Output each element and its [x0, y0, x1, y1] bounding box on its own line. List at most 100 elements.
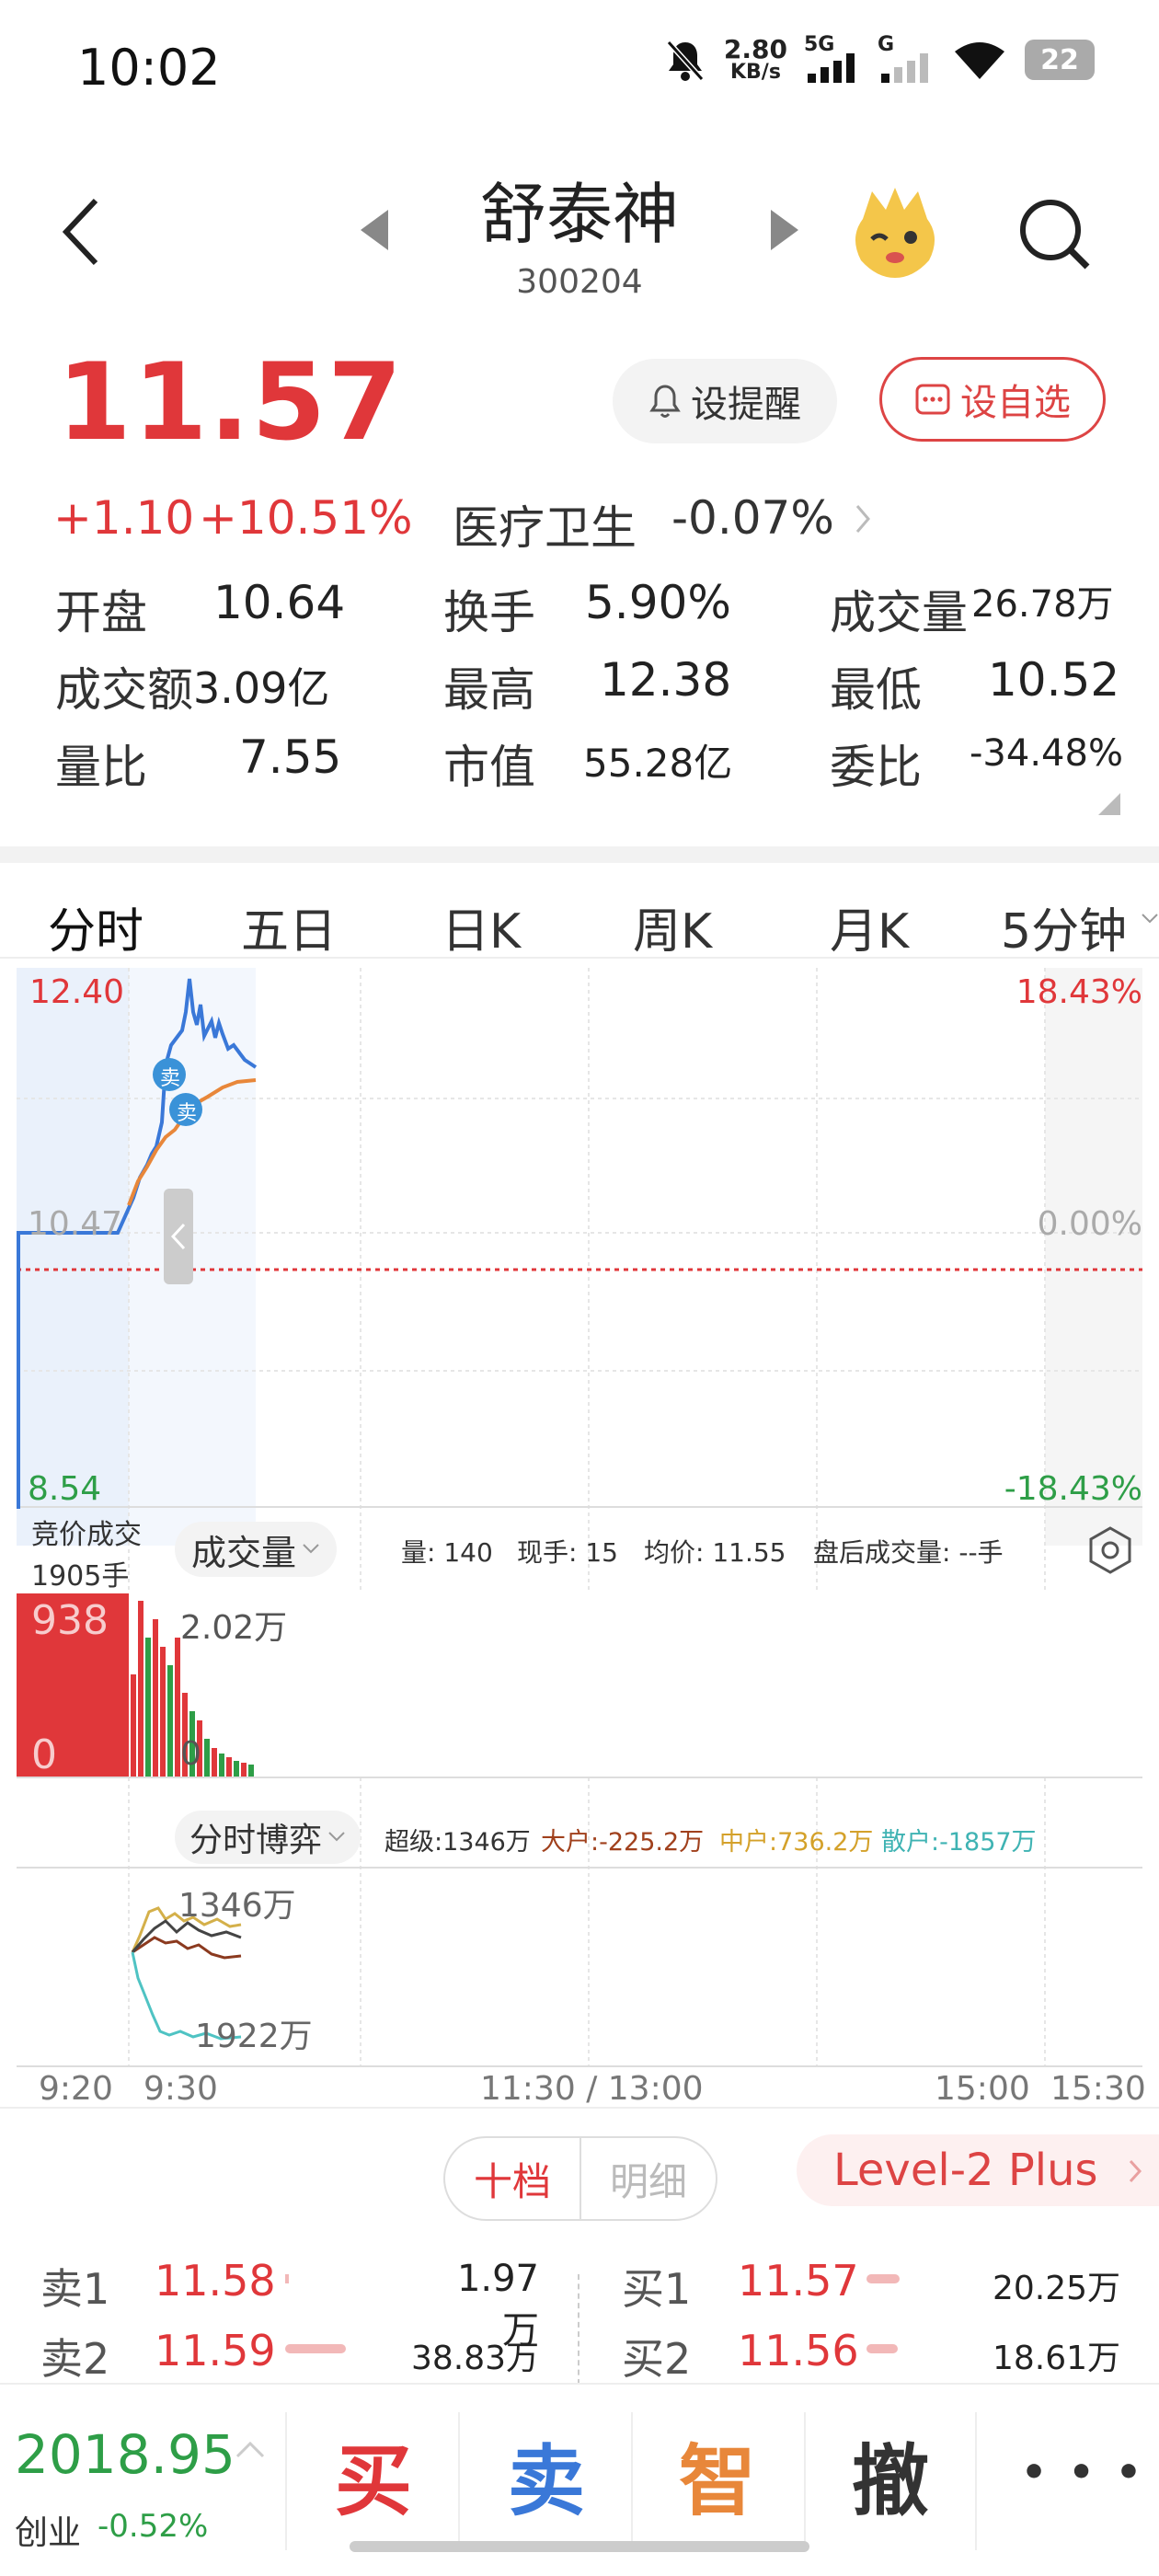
pct-mid-label: 0.00% [1037, 1205, 1142, 1243]
time-label-920: 9:20 [39, 2070, 113, 2108]
divider [458, 2412, 460, 2550]
chevron-down-icon [303, 1544, 319, 1554]
game-selector[interactable]: 分时博弈 [175, 1811, 361, 1864]
sell1-label: 卖1 [40, 2264, 110, 2314]
retail-flow: 散户:-1857万 [881, 1828, 1037, 1857]
level2-plus-button[interactable]: Level-2 Plus [797, 2134, 1159, 2206]
chevron-right-icon[interactable] [854, 502, 872, 535]
mascot-icon[interactable] [844, 182, 946, 283]
chevron-left-icon [171, 1223, 186, 1250]
mcap-label: 市值 [443, 741, 535, 794]
price-high-label: 12.40 [29, 973, 125, 1011]
super-flow: 超级:1346万 [384, 1828, 531, 1857]
mute-bell-icon [666, 40, 705, 82]
vol-right-zero: 0 [180, 1735, 201, 1773]
divider [804, 2412, 806, 2550]
sell-button[interactable]: 卖 [508, 2420, 585, 2531]
chart-tabs: 分时 五日 日K 周K 月K 5分钟 [0, 846, 1159, 975]
tab-daily-k[interactable]: 日K [442, 892, 521, 961]
chevron-up-icon[interactable] [235, 2440, 265, 2458]
tab-five-minute[interactable]: 5分钟 [1001, 892, 1127, 961]
tab-weekly-k[interactable]: 周K [633, 892, 712, 961]
order-book: 十档 明细 Level-2 Plus 卖1 11.58 1.97万 卖2 11.… [0, 2107, 1159, 2385]
sector-name[interactable]: 医疗卫生 [453, 491, 637, 558]
amount-label: 成交额 [55, 663, 193, 717]
order-book-tabs: 十档 明细 [443, 2136, 717, 2221]
chevron-down-icon[interactable] [1141, 909, 1159, 927]
book-divider [578, 2274, 580, 2385]
low-value: 10.52 [988, 653, 1120, 707]
price-mid-label: 10.47 [28, 1205, 123, 1243]
commit-label: 委比 [830, 741, 922, 794]
price-low-label: 8.54 [28, 1470, 102, 1508]
vol-left-zero: 0 [31, 1731, 57, 1778]
auction-label: 竞价成交 [31, 1519, 142, 1551]
index-change: -0.52% [98, 2508, 209, 2545]
time-label-midday: 11:30 / 13:00 [480, 2070, 704, 2108]
turnover-label: 换手 [443, 586, 535, 639]
more-button[interactable]: • • • [1021, 2449, 1145, 2496]
high-label: 最高 [443, 663, 535, 717]
expand-corner-icon[interactable] [1098, 793, 1120, 815]
tab-monthly-k[interactable]: 月K [830, 892, 909, 961]
sector-change[interactable]: -0.07% [671, 491, 834, 545]
sell-marker-2[interactable]: 卖 [177, 1097, 197, 1126]
buy2-volume: 18.61万 [992, 2340, 1120, 2377]
stock-code: 300204 [516, 263, 643, 301]
turnover-value: 5.90% [585, 576, 731, 629]
ratio-label: 量比 [55, 741, 147, 794]
volume-selector[interactable]: 成交量 [175, 1522, 338, 1577]
sell1-bar [285, 2274, 289, 2283]
after-hours-volume: 盘后成交量: --手 [813, 1537, 1004, 1568]
amount-value: 3.09亿 [193, 663, 330, 713]
sell-marker-1[interactable]: 卖 [160, 1062, 180, 1091]
big-line [132, 1936, 242, 1960]
smart-button[interactable]: 智 [679, 2420, 756, 2531]
buy2-price: 11.56 [738, 2326, 859, 2375]
next-stock-icon[interactable] [769, 210, 798, 250]
tab-ten-levels[interactable]: 十档 [445, 2138, 581, 2219]
collapse-handle[interactable] [164, 1189, 193, 1284]
nav-bar: 舒泰神 300204 [0, 147, 1159, 331]
after-hours-zone [1045, 968, 1142, 1546]
volume-label: 成交量 [830, 586, 968, 639]
buy1-label: 买1 [622, 2264, 692, 2314]
game-top-label: 1346万 [178, 1887, 296, 1925]
vol-info: 量: 140 [401, 1537, 493, 1568]
signal-g-icon: G [878, 33, 935, 83]
net-speed: 2.80 KB/s [723, 34, 787, 84]
ratio-value: 7.55 [239, 730, 342, 784]
sell2-volume: 38.83万 [410, 2340, 539, 2377]
sell2-bar [285, 2344, 346, 2353]
low-label: 最低 [830, 663, 922, 717]
high-value: 12.38 [600, 653, 732, 707]
tab-details[interactable]: 明细 [581, 2138, 716, 2219]
price-change: +1.10 [53, 491, 195, 545]
time-label-1530: 15:30 [1050, 2070, 1146, 2108]
buy1-price: 11.57 [738, 2256, 859, 2306]
chevron-down-icon [328, 1832, 345, 1842]
add-watchlist-button[interactable]: 设自选 [879, 357, 1106, 442]
index-value[interactable]: 2018.95 [15, 2423, 235, 2486]
pct-high-label: 18.43% [1016, 973, 1142, 1011]
buy2-bar [866, 2344, 898, 2353]
avg-price-info: 均价: 11.55 [644, 1537, 786, 1568]
mid-flow: 中户:736.2万 [719, 1828, 874, 1857]
home-indicator[interactable] [350, 2541, 809, 2552]
auction-zone [17, 968, 129, 1546]
mcap-value: 55.28亿 [583, 741, 733, 786]
tab-intraday[interactable]: 分时 [48, 892, 143, 961]
search-icon[interactable] [1016, 195, 1093, 272]
buy2-label: 买2 [622, 2334, 692, 2384]
vol-left-top: 938 [31, 1597, 109, 1644]
status-bar: 10:02 2.80 KB/s 5G G 22 [0, 0, 1159, 138]
intraday-chart[interactable]: 12.40 10.47 8.54 18.43% 0.00% -18.43% 卖 … [0, 957, 1159, 2108]
set-alert-button[interactable]: 设提醒 [613, 359, 837, 443]
chart-canvas [17, 968, 1142, 2067]
settings-hex-icon[interactable] [1085, 1525, 1135, 1575]
cancel-order-button[interactable]: 撤 [852, 2420, 929, 2531]
price-change-pct: +10.51% [199, 491, 413, 545]
buy-button[interactable]: 买 [335, 2420, 412, 2531]
buy1-volume: 20.25万 [992, 2270, 1120, 2307]
tab-five-day[interactable]: 五日 [241, 892, 337, 961]
